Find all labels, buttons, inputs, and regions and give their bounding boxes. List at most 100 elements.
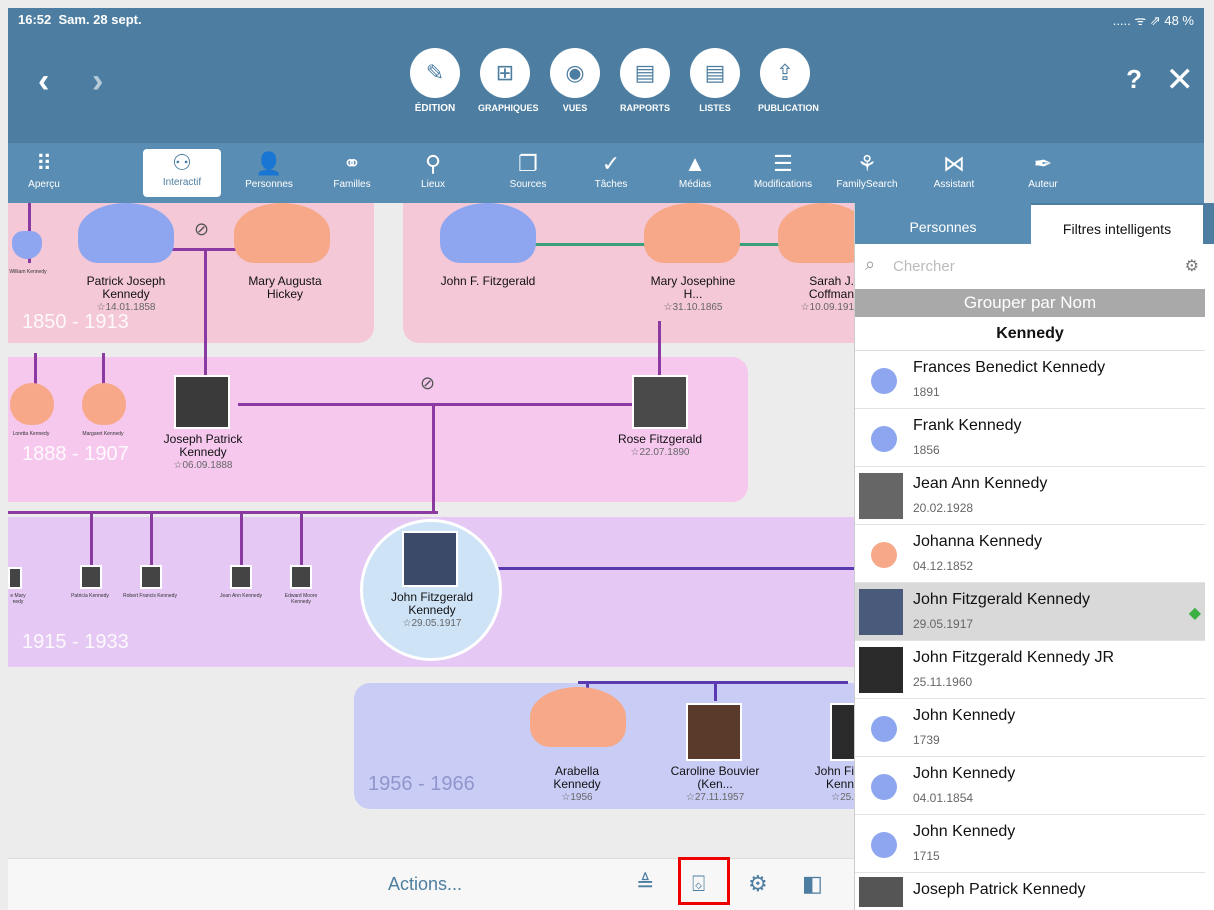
person-photo[interactable] — [80, 565, 102, 589]
list-item-name: John Fitzgerald Kennedy — [913, 591, 1090, 608]
forward-arrow-icon[interactable]: › — [92, 64, 103, 98]
back-arrow-icon[interactable]: ‹ — [38, 64, 49, 98]
tool-auteur[interactable]: ✒ Auteur — [1018, 143, 1068, 203]
person-photo[interactable] — [174, 375, 230, 429]
person-card[interactable]: John Fitzgerald Kennedy ☆29.05.1917 — [372, 591, 492, 630]
panel-tabs: Personnes Filtres intelligents — [855, 203, 1214, 244]
group-header: Kennedy — [855, 317, 1205, 351]
female-silhouette-icon[interactable] — [530, 687, 626, 747]
person-card[interactable]: John F. Fitzgerald — [438, 275, 538, 288]
tool-familles-label: Familles — [333, 179, 371, 190]
list-item[interactable]: John Kennedy 04.01.1854 — [855, 757, 1205, 815]
list-item-date: 1715 — [913, 849, 940, 863]
list-item-date: 29.05.1917 — [913, 617, 974, 631]
person-name: John Fitzgerald Kennedy — [390, 590, 474, 617]
gear-icon[interactable]: ⚙ — [748, 871, 768, 897]
person-card[interactable]: Mary Josephine H... ☆31.10.1865 — [640, 275, 746, 314]
tool-familysearch[interactable]: ⚘ FamilySearch — [826, 143, 908, 203]
person-card[interactable]: Joseph Patrick Kennedy ☆06.09.1888 — [142, 433, 264, 472]
close-icon[interactable]: ✕ — [1166, 60, 1195, 100]
person-card[interactable]: Arabella Kennedy ☆1956 — [534, 765, 620, 804]
tool-medias[interactable]: ▲ Médias — [668, 143, 722, 203]
person-card[interactable]: Sarah J. Coffman ☆10.09.191 — [780, 275, 854, 314]
tab-personnes[interactable]: Personnes — [855, 203, 1031, 244]
female-silhouette-icon[interactable] — [82, 383, 126, 425]
mode-vues[interactable]: ◉ VUES — [548, 48, 602, 113]
person-card[interactable]: John Fi Kenn ☆25. — [814, 765, 854, 804]
male-avatar-icon — [871, 774, 897, 800]
tool-familles[interactable]: ⚭ Familles — [322, 143, 382, 203]
list-item[interactable]: John Kennedy 1739 — [855, 699, 1205, 757]
female-silhouette-icon[interactable] — [778, 203, 854, 263]
highlight-box — [678, 857, 730, 905]
relation-line — [90, 511, 93, 567]
relation-line — [432, 403, 435, 513]
relation-line — [498, 567, 854, 570]
status-time: 16:52 Sam. 28 sept. — [18, 12, 142, 27]
person-photo[interactable] — [290, 565, 312, 589]
person-card[interactable]: Mary Augusta Hickey — [230, 275, 340, 301]
list-item-date: 20.02.1928 — [913, 501, 974, 515]
list-item-selected[interactable]: John Fitzgerald Kennedy 29.05.1917 ◆ — [855, 583, 1205, 641]
person-photo[interactable] — [632, 375, 688, 429]
list-item[interactable]: Frank Kennedy 1856 — [855, 409, 1205, 467]
person-photo[interactable] — [830, 703, 854, 761]
tool-modifications[interactable]: ☰ Modifications — [742, 143, 824, 203]
layers-icon[interactable]: ≜ — [636, 871, 654, 897]
tool-familysearch-label: FamilySearch — [836, 179, 898, 190]
tool-apercu[interactable]: ⠿ Aperçu — [14, 143, 74, 203]
person-photo[interactable] — [230, 565, 252, 589]
mode-edition[interactable]: ✎ ÉDITION — [408, 48, 462, 114]
marriage-rings-icon[interactable]: ⊘ — [420, 373, 435, 394]
search-settings-icon[interactable]: ⚙ — [1185, 256, 1199, 276]
era-label: 1956 - 1966 — [368, 773, 475, 795]
tree-icon: ⚇ — [172, 150, 192, 175]
male-silhouette-icon[interactable] — [440, 203, 536, 263]
tab-filtres-intelligents[interactable]: Filtres intelligents — [1031, 205, 1203, 244]
list-item[interactable]: John Kennedy 1715 — [855, 815, 1205, 873]
list-item[interactable]: John Fitzgerald Kennedy JR 25.11.1960 — [855, 641, 1205, 699]
person-card[interactable]: Patrick Joseph Kennedy ☆14.01.1858 — [66, 275, 186, 314]
tool-interactif[interactable]: ⚇ Interactif — [143, 149, 221, 197]
help-icon[interactable]: ? — [1126, 64, 1142, 95]
list-item-name: Johanna Kennedy — [913, 533, 1042, 550]
person-card[interactable]: Caroline Bouvier (Ken... ☆27.11.1957 — [660, 765, 770, 804]
tool-assistant[interactable]: ⋈ Assistant — [924, 143, 984, 203]
person-photo[interactable] — [140, 565, 162, 589]
person-photo[interactable] — [402, 531, 458, 587]
interactive-tree-chart[interactable]: 1850 - 1913 1888 - 1907 1915 - 1933 1956… — [8, 203, 854, 858]
list-item[interactable]: Johanna Kennedy 04.12.1852 — [855, 525, 1205, 583]
actions-button[interactable]: Actions... — [388, 874, 462, 895]
pencil-icon: ✎ — [410, 48, 460, 98]
female-silhouette-icon[interactable] — [644, 203, 740, 263]
relation-line — [578, 681, 848, 684]
person-photo[interactable] — [8, 567, 22, 589]
tool-personnes[interactable]: 👤 Personnes — [236, 143, 302, 203]
person-photo[interactable] — [686, 703, 742, 761]
male-silhouette-icon[interactable] — [78, 203, 174, 263]
marriage-rings-icon[interactable]: ⊘ — [194, 219, 209, 240]
mode-graphiques[interactable]: ⊞ GRAPHIQUES — [478, 48, 539, 113]
mode-rapports[interactable]: ▤ RAPPORTS — [618, 48, 672, 113]
mode-publication[interactable]: ⇪ PUBLICATION — [758, 48, 819, 113]
list-item[interactable]: Jean Ann Kennedy 20.02.1928 — [855, 467, 1205, 525]
female-silhouette-icon[interactable] — [234, 203, 330, 263]
list-item-date: 1891 — [913, 385, 940, 399]
tool-taches-label: Tâches — [594, 179, 628, 190]
tool-sources[interactable]: ❐ Sources — [498, 143, 558, 203]
bottom-toolbar: Actions... ≜ ⌺ ⚙ ◧ — [8, 857, 854, 910]
female-silhouette-icon[interactable] — [10, 383, 54, 425]
mode-listes[interactable]: ▤ LISTES — [688, 48, 742, 113]
relation-line — [8, 511, 438, 514]
status-indicators: ..... ᯤ ⇗ 48 % — [1112, 13, 1194, 28]
group-by-button[interactable]: Grouper par Nom — [855, 289, 1205, 317]
search-field[interactable]: ⌕ Chercher ⚙ — [855, 244, 1205, 288]
list-item[interactable]: Joseph Patrick Kennedy — [855, 873, 1205, 910]
list-item[interactable]: Frances Benedict Kennedy 1891 — [855, 351, 1205, 409]
person-card[interactable]: Rose Fitzgerald ☆22.07.1890 — [600, 433, 720, 459]
search-placeholder: Chercher — [893, 258, 955, 275]
tool-lieux[interactable]: ⚲ Lieux — [406, 143, 460, 203]
sidebar-toggle-icon[interactable]: ◧ — [802, 871, 823, 897]
mode-rapports-label: RAPPORTS — [619, 103, 670, 113]
tool-taches[interactable]: ✓ Tâches — [584, 143, 638, 203]
